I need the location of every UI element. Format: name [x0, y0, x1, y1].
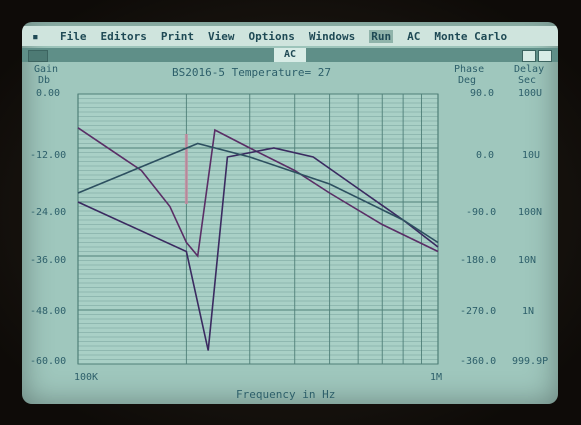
crt-screen: ▪ File Editors Print View Options Window…	[22, 22, 558, 404]
ac-plot[interactable]	[22, 22, 558, 404]
